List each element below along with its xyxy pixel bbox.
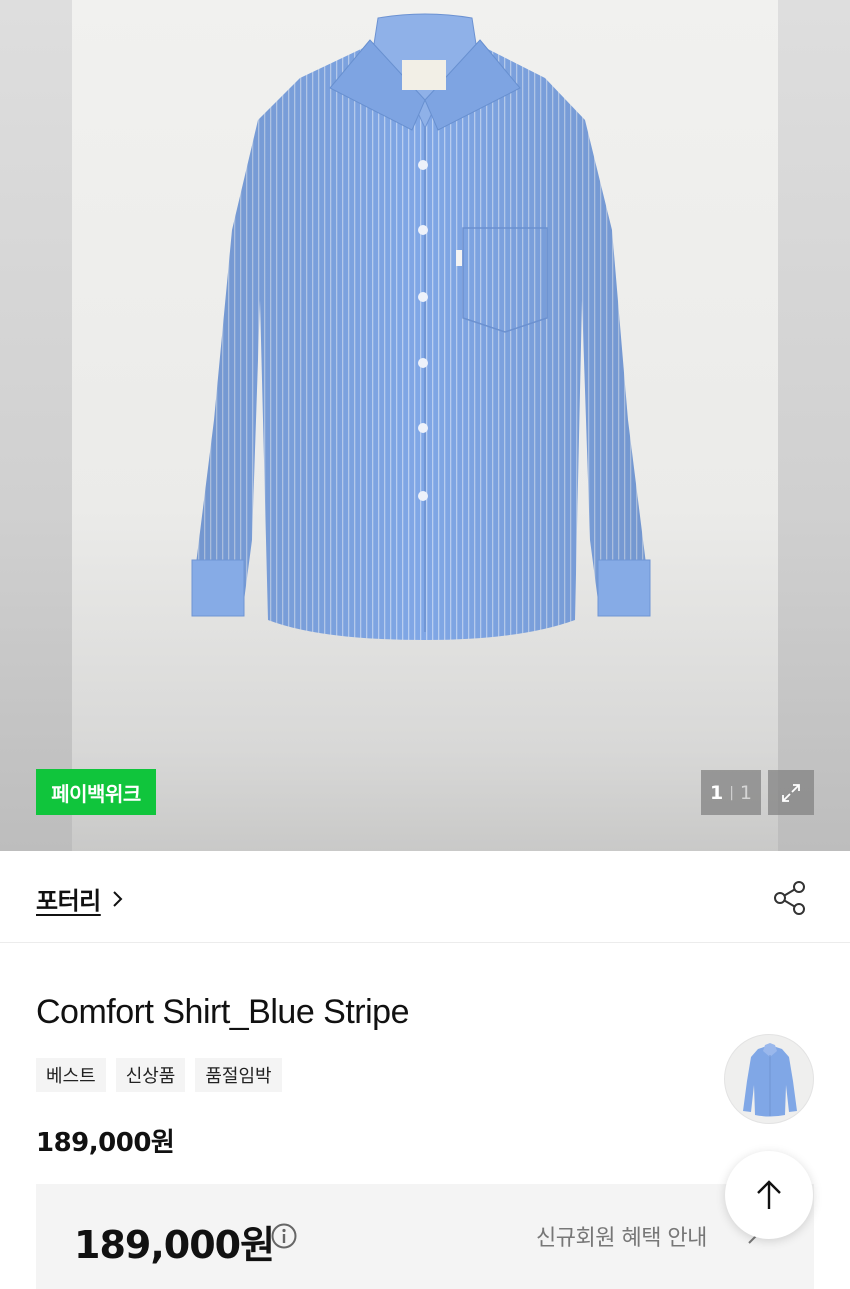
new-member-benefit-link[interactable]: 신규회원 혜택 안내 [536, 1220, 707, 1252]
scroll-to-top-button[interactable] [725, 1151, 813, 1239]
tag-best: 베스트 [36, 1058, 106, 1092]
info-icon[interactable] [270, 1222, 298, 1250]
pager-current: 1 [709, 781, 724, 804]
expand-image-button[interactable] [768, 770, 814, 815]
pager-total: 1 [739, 781, 753, 804]
product-title: Comfort Shirt_Blue Stripe [36, 993, 410, 1031]
pager-separator: | [729, 784, 734, 801]
benefit-price: 189,000원 [74, 1223, 275, 1267]
expand-icon [782, 783, 800, 802]
brand-row: 포터리 [0, 851, 850, 943]
share-button[interactable] [770, 878, 810, 918]
member-benefit-box: 189,000원 신규회원 혜택 안내 [36, 1184, 814, 1289]
brand-link[interactable]: 포터리 [36, 881, 125, 916]
shirt-image [191, 13, 651, 640]
arrow-up-icon [757, 1180, 781, 1209]
product-image-gallery[interactable]: 페이백위크 1 | 1 [0, 0, 850, 851]
product-price: 189,000원 [36, 1128, 175, 1158]
product-thumbnail[interactable] [724, 1034, 814, 1124]
brand-name[interactable]: 포터리 [36, 881, 101, 916]
image-pager: 1 | 1 [701, 770, 761, 815]
chevron-right-icon [113, 890, 123, 907]
tag-almost-soldout: 품절임박 [195, 1058, 282, 1092]
payback-week-badge: 페이백위크 [36, 769, 156, 815]
product-tags: 베스트 신상품 품절임박 [36, 1058, 282, 1092]
share-icon [774, 881, 805, 915]
tag-new: 신상품 [115, 1058, 186, 1092]
shirt-thumbnail-image [743, 1043, 797, 1117]
